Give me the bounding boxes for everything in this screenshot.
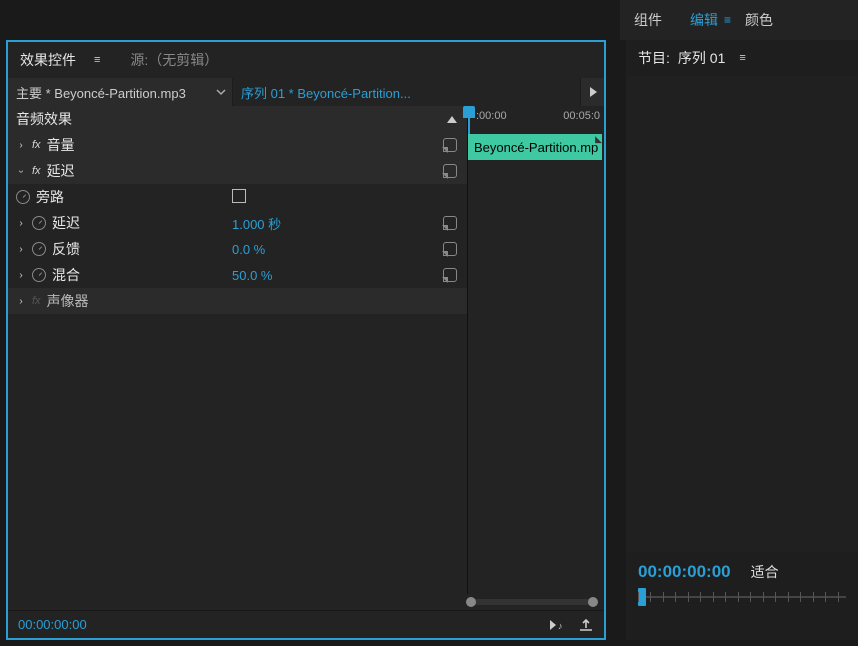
svg-text:♪: ♪: [558, 621, 563, 631]
collapse-icon[interactable]: [447, 116, 457, 123]
zoom-fit[interactable]: 适合: [751, 562, 779, 582]
feedback-value[interactable]: 0.0 %: [232, 242, 265, 257]
tab-color[interactable]: 颜色: [731, 10, 787, 30]
scrubber-handle[interactable]: [638, 588, 646, 606]
clip-master-label: 主要 * Beyoncé-Partition.mp3: [16, 83, 186, 102]
mix-value[interactable]: 50.0 %: [232, 268, 272, 283]
tab-assembly[interactable]: 组件: [620, 10, 676, 30]
prop-mix: 混合: [52, 265, 80, 285]
zoom-scrollbar[interactable]: [468, 599, 596, 605]
audio-effects-header: 音频效果: [8, 109, 72, 129]
program-panel: 节目: 序列 01 ≡ 00:00:00:00 适合: [626, 40, 858, 640]
prop-delay: 延迟: [52, 213, 80, 233]
play-audio-icon[interactable]: ♪: [548, 618, 566, 632]
program-monitor[interactable]: [626, 76, 858, 552]
timecode[interactable]: 00:00:00:00: [18, 617, 87, 632]
effect-delay[interactable]: 延迟: [47, 161, 75, 181]
scroll-handle-right[interactable]: [588, 597, 598, 607]
twirl-icon[interactable]: ›: [16, 296, 26, 307]
tab-source-none[interactable]: 源:（无剪辑）: [130, 50, 218, 70]
tab-effect-controls[interactable]: 效果控件: [20, 50, 76, 70]
fx-icon[interactable]: fx: [32, 165, 41, 177]
reset-icon[interactable]: [443, 268, 457, 282]
fx-icon[interactable]: fx: [32, 295, 41, 307]
stopwatch-icon[interactable]: [32, 216, 46, 230]
playhead[interactable]: [468, 106, 470, 134]
chevron-down-icon: [216, 87, 226, 97]
stopwatch-icon[interactable]: [32, 242, 46, 256]
prop-feedback: 反馈: [52, 239, 80, 259]
reset-icon[interactable]: [443, 242, 457, 256]
effect-volume[interactable]: 音量: [47, 135, 75, 155]
program-scrubber[interactable]: [638, 596, 846, 598]
reset-icon[interactable]: [443, 164, 457, 178]
clip-master-dropdown[interactable]: 主要 * Beyoncé-Partition.mp3: [8, 78, 233, 106]
twirl-icon[interactable]: ›: [16, 244, 26, 255]
stopwatch-icon[interactable]: [16, 190, 30, 204]
sequence-ref-label: 序列 01 * Beyoncé-Partition...: [241, 83, 411, 102]
twirl-icon[interactable]: ›: [16, 218, 26, 229]
scroll-handle-left[interactable]: [466, 597, 476, 607]
twirl-open-icon[interactable]: ›: [16, 166, 27, 176]
reset-icon[interactable]: [443, 216, 457, 230]
effect-controls-panel: 效果控件 ≡ 源:（无剪辑） 主要 * Beyoncé-Partition.mp…: [6, 40, 606, 640]
delay-value[interactable]: 1.000 秒: [232, 214, 281, 233]
program-title-prefix: 节目:: [638, 48, 670, 68]
menu-icon[interactable]: ≡: [724, 13, 731, 27]
panel-menu-icon[interactable]: ≡: [739, 52, 745, 64]
fx-icon[interactable]: fx: [32, 139, 41, 151]
bypass-checkbox[interactable]: [232, 189, 246, 203]
prop-bypass: 旁路: [36, 187, 64, 207]
reset-icon[interactable]: [443, 138, 457, 152]
clip-end-icon: ◣: [595, 134, 602, 145]
sequence-ref[interactable]: 序列 01 * Beyoncé-Partition...: [233, 78, 580, 106]
ruler-tick: :00:00: [476, 110, 507, 122]
clip-bar[interactable]: Beyoncé-Partition.mp: [468, 134, 602, 160]
twirl-icon[interactable]: ›: [16, 140, 26, 151]
program-timecode[interactable]: 00:00:00:00: [638, 562, 731, 582]
mini-timeline[interactable]: :00:00 00:05:0 Beyoncé-Partition.mp ◣: [468, 106, 604, 594]
ruler-tick: 00:05:0: [563, 110, 600, 122]
play-toggle[interactable]: [580, 78, 604, 106]
export-icon[interactable]: [578, 618, 594, 632]
effect-panner[interactable]: 声像器: [47, 291, 89, 311]
program-title[interactable]: 序列 01: [678, 48, 725, 68]
stopwatch-icon[interactable]: [32, 268, 46, 282]
twirl-icon[interactable]: ›: [16, 270, 26, 281]
panel-menu-icon[interactable]: ≡: [94, 54, 100, 66]
